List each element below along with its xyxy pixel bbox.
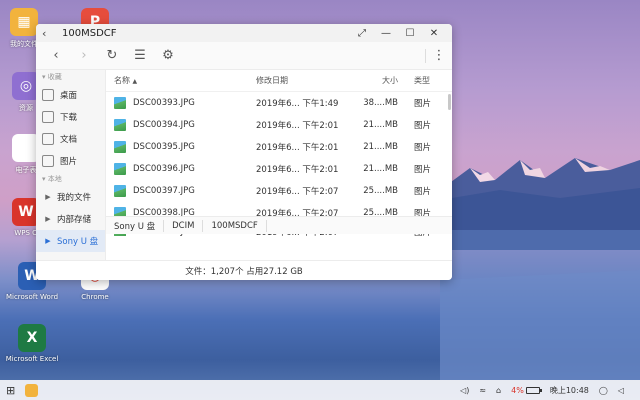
image-file-icon: [114, 185, 126, 197]
breadcrumb: Sony U 盘 DCIM 100MSDCF: [106, 216, 452, 234]
refresh-icon[interactable]: ↻: [98, 48, 126, 63]
window-title: 100MSDCF: [62, 27, 117, 39]
table-row[interactable]: DSC00397.JPG 2019年6... 下午2:07 25....MB 图…: [106, 180, 452, 202]
expand-arrow-icon[interactable]: ▶: [42, 193, 54, 201]
volume-icon[interactable]: ◁): [460, 386, 469, 395]
desktop-icon: [42, 89, 54, 101]
file-manager-window: ‹ 100MSDCF ⤢ — ☐ ✕ ‹ › ↻ ☰ ⚙ ⋮ ▾ 收藏 桌面 下…: [36, 24, 452, 280]
list-view-icon[interactable]: ☰: [126, 48, 154, 63]
battery-icon: [525, 386, 542, 394]
chevron-left-icon[interactable]: ‹: [42, 27, 56, 40]
excel-icon: X: [18, 324, 46, 352]
sidebar-item-desktop[interactable]: 桌面: [36, 84, 105, 106]
settings-icon[interactable]: ⚙: [154, 48, 182, 63]
back-icon[interactable]: ‹: [42, 48, 70, 63]
expand-arrow-icon[interactable]: ▶: [42, 237, 54, 245]
breadcrumb-item[interactable]: DCIM: [164, 217, 202, 235]
sidebar-item-sony-usb[interactable]: ▶ Sony U 盘: [36, 230, 105, 252]
sidebar-item-documents[interactable]: 文档: [36, 128, 105, 150]
sidebar-section-favorites: ▾ 收藏: [42, 73, 62, 81]
image-file-icon: [114, 141, 126, 153]
maximize-icon[interactable]: ☐: [398, 28, 422, 39]
taskbar: ⊞ ◁) ≈ ⌂ 4% 晚上10:48 ◯ ◁: [0, 380, 640, 400]
status-bar: 文件：1,207个 占用27.12 GB: [36, 260, 452, 280]
forward-icon[interactable]: ›: [70, 48, 98, 63]
table-row[interactable]: DSC00393.JPG 2019年6... 下午1:49 38....MB 图…: [106, 92, 452, 114]
header-type[interactable]: 类型: [404, 75, 452, 86]
toolbar: ‹ › ↻ ☰ ⚙ ⋮: [36, 42, 452, 70]
document-icon: [42, 133, 54, 145]
image-file-icon: [114, 119, 126, 131]
battery-status: 4%: [511, 386, 542, 395]
download-icon: [42, 111, 54, 123]
folder-icon: [25, 383, 39, 397]
sort-ascending-icon: ▲: [132, 78, 138, 85]
taskbar-app-my-files[interactable]: [25, 383, 39, 397]
table-header: 名称 ▲ 修改日期 大小 类型: [106, 70, 452, 92]
toolbar-divider: [425, 48, 426, 63]
folder-icon: ▦: [10, 8, 38, 36]
window-titlebar[interactable]: ‹ 100MSDCF ⤢ — ☐ ✕: [36, 24, 452, 42]
sidebar-item-pictures[interactable]: 图片: [36, 150, 105, 172]
network-icon[interactable]: ⌂: [496, 386, 501, 395]
more-icon[interactable]: ⋮: [432, 48, 446, 63]
image-file-icon: [114, 163, 126, 175]
sidebar-item-internal-storage[interactable]: ▶ 内部存储: [36, 208, 105, 230]
wifi-icon[interactable]: ≈: [479, 386, 486, 395]
sidebar-item-my-files[interactable]: ▶ 我的文件: [36, 186, 105, 208]
desktop-icon-excel[interactable]: X Microsoft Excel: [0, 324, 64, 363]
header-date[interactable]: 修改日期: [256, 75, 356, 86]
back-nav-icon[interactable]: ◁: [618, 386, 624, 395]
expand-arrow-icon[interactable]: ▶: [42, 215, 54, 223]
sidebar-item-downloads[interactable]: 下载: [36, 106, 105, 128]
table-row[interactable]: DSC00395.JPG 2019年6... 下午2:01 21....MB 图…: [106, 136, 452, 158]
sidebar: ▾ 收藏 桌面 下载 文档 图片 ▾ 本地 ▶ 我的文件 ▶ 内部存储 ▶ So…: [36, 70, 106, 280]
file-list: 名称 ▲ 修改日期 大小 类型 DSC00393.JPG 2019年6... 下…: [106, 70, 452, 280]
header-size[interactable]: 大小: [356, 75, 404, 86]
breadcrumb-item[interactable]: Sony U 盘: [106, 217, 163, 235]
restore-icon[interactable]: ⤢: [350, 28, 374, 39]
sidebar-section-local: ▾ 本地: [42, 175, 62, 183]
breadcrumb-item[interactable]: 100MSDCF: [203, 217, 265, 235]
minimize-icon[interactable]: —: [374, 28, 398, 39]
image-icon: [42, 155, 54, 167]
table-row[interactable]: DSC00394.JPG 2019年6... 下午2:01 21....MB 图…: [106, 114, 452, 136]
scrollbar[interactable]: [448, 94, 451, 110]
close-icon[interactable]: ✕: [422, 28, 446, 39]
image-file-icon: [114, 97, 126, 109]
start-menu-icon[interactable]: ⊞: [6, 384, 15, 397]
home-icon[interactable]: ◯: [599, 386, 608, 395]
table-row[interactable]: DSC00396.JPG 2019年6... 下午2:01 21....MB 图…: [106, 158, 452, 180]
clock[interactable]: 晚上10:48: [550, 385, 589, 396]
header-name[interactable]: 名称 ▲: [106, 75, 256, 86]
